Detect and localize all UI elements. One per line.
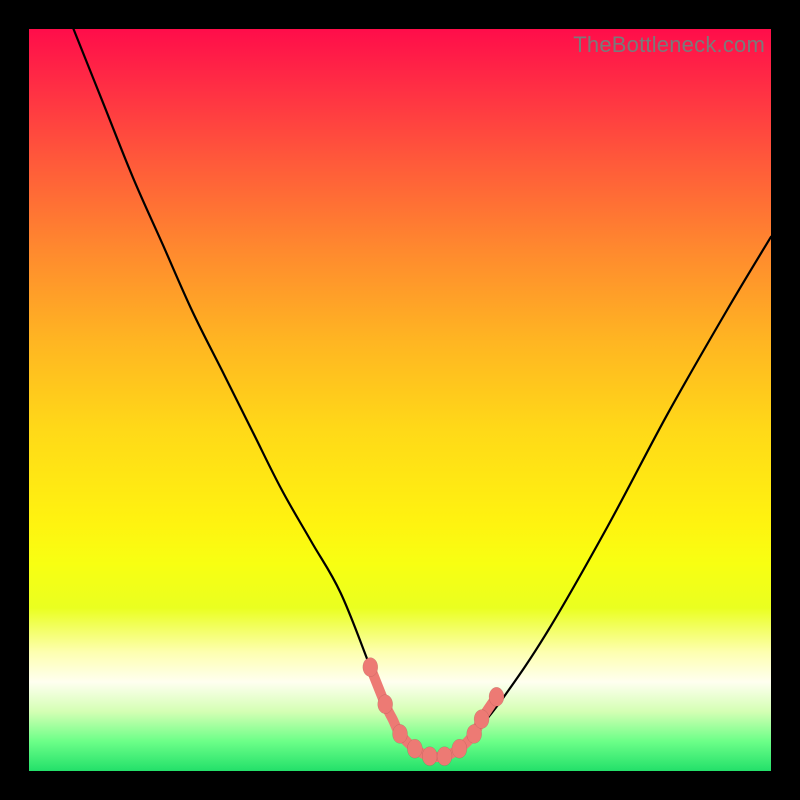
marker-dot [393,724,408,743]
watermark-text: TheBottleneck.com [573,32,765,58]
marker-dot [489,687,504,706]
marker-dot [378,695,393,714]
marker-dot [407,739,422,758]
marker-dot [422,747,437,766]
chart-plot-area: TheBottleneck.com [29,29,771,771]
marker-dot [474,710,489,729]
chart-frame: TheBottleneck.com [0,0,800,800]
marker-dot [437,747,452,766]
bottleneck-curve [74,29,772,757]
curve-svg [29,29,771,771]
marker-dot [452,739,467,758]
marker-dot [363,658,378,677]
optimal-range-markers [363,658,504,766]
